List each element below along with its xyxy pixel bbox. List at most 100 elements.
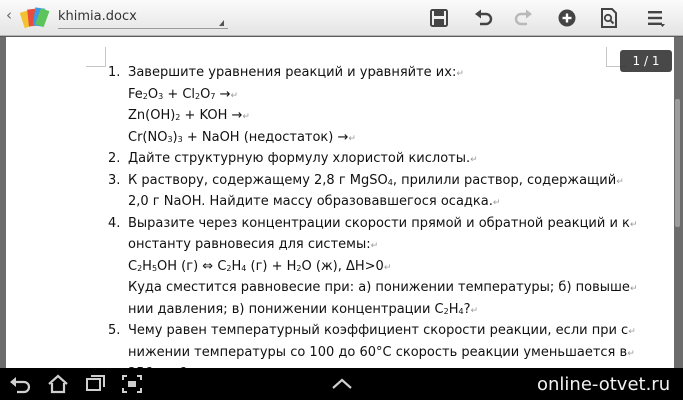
list-item-number: 3. (108, 172, 121, 188)
document-line: C2H5OH (г) ⇔ C2H4 (г) + H2O (ж), ΔH>0↵ (128, 257, 648, 279)
list-item-number: 2. (108, 151, 121, 166)
text-run: ? (463, 301, 471, 317)
text-run: Fe (128, 86, 143, 102)
document-content: 1. Завершите уравнения реакций и уравняйт… (108, 63, 648, 368)
paragraph-mark: ↵ (627, 348, 635, 359)
document-line: Завершите уравнения реакций и уравняйте … (128, 63, 648, 85)
back-button[interactable] (8, 373, 32, 395)
document-line: Cr(NO3)3 + NaOH (недостаток) →↵ (128, 128, 648, 150)
text-run: + Cl (163, 86, 196, 102)
text-run: C (128, 258, 138, 274)
text-run: Завершите уравнения реакций и уравняйте … (128, 65, 457, 80)
text-run: Выразите через концентрации скорости пря… (128, 215, 630, 231)
text-run: O (147, 86, 159, 102)
paragraph-mark: ↵ (242, 112, 250, 122)
text-run: онстанту равновесия для системы: (128, 237, 371, 252)
text-run: нии давления; в) понижении концентрации … (128, 301, 444, 317)
redo-icon (514, 9, 532, 26)
crop-mark (86, 47, 106, 67)
text-run: H (231, 258, 242, 274)
file-name[interactable]: khimia.docx (58, 9, 137, 24)
save-button[interactable] (428, 7, 450, 29)
text-run: OH (г) ⇔ C (157, 258, 227, 274)
list-item: 1. Завершите уравнения реакций и уравняйт… (108, 63, 648, 149)
text-run: O (200, 86, 211, 102)
list-item: 5. Чему равен температурный коэффициент с… (108, 321, 648, 368)
paragraph-mark: ↵ (348, 133, 356, 144)
redo-button[interactable] (513, 7, 535, 29)
file-dropdown-caret-icon[interactable] (219, 20, 224, 26)
scrollbar-thumb[interactable] (675, 99, 680, 227)
list-item-number: 5. (108, 323, 121, 338)
find-icon (601, 8, 617, 28)
list-item: 3. К раствору, содержащему 2,8 г MgSO4, п… (108, 171, 648, 214)
document-line: нижении температуры со 100 до 60°C скоро… (128, 343, 648, 365)
home-icon (48, 374, 68, 394)
document-line: нии давления; в) понижении концентрации … (128, 300, 648, 322)
text-run: 2,0 г NaOH. Найдите массу образовавшегос… (128, 194, 493, 209)
document-line: Fe2O3 + Cl2O7 →↵ (128, 85, 648, 107)
paragraph-mark: ↵ (629, 219, 638, 230)
document-page[interactable]: ↵ 1. Завершите уравнения реакций и уравня… (6, 37, 674, 368)
screenshot-button[interactable] (120, 373, 144, 395)
list-item: 2. Дайте структурную формулу хлористой ки… (108, 149, 648, 171)
page-counter: 1 / 1 (620, 50, 672, 72)
paragraph-mark: ↵ (628, 327, 636, 337)
text-run: H (448, 301, 459, 317)
list-item-number: 4. (108, 215, 121, 231)
text-run: Дайте структурную формулу хлористой кисл… (128, 151, 471, 166)
menu-icon (648, 11, 665, 27)
list-item-number: 1. (108, 65, 121, 80)
text-run: + KOH → (180, 108, 243, 123)
file-name-underline (58, 28, 228, 29)
watermark: online-otvet.ru (537, 374, 671, 395)
document-line: К раствору, содержащему 2,8 г MgSO4, при… (128, 171, 648, 193)
text-run: , прилили раствор, содержащий (392, 172, 617, 188)
recent-apps-button[interactable] (84, 373, 108, 395)
app-toolbar: ‹ khimia.docx (0, 0, 683, 36)
recent-apps-icon (86, 375, 105, 391)
paragraph-mark: ↵ (629, 284, 638, 294)
text-run: O (ж), ΔH>0 (301, 258, 384, 274)
find-button[interactable] (598, 7, 620, 29)
paragraph-mark: ↵ (456, 69, 464, 79)
document-line: 2,0 г NaOH. Найдите массу образовавшегос… (128, 192, 648, 214)
text-run: Zn(OH) (128, 108, 176, 123)
text-run: (г) + H (246, 258, 297, 274)
show-panel-button[interactable] (330, 373, 354, 395)
paragraph-mark: ↵ (470, 305, 479, 316)
home-button[interactable] (46, 373, 70, 395)
text-run: К раствору, содержащему 2,8 г MgSO (128, 172, 388, 188)
document-line: онстанту равновесия для системы:↵ (128, 235, 648, 257)
paragraph-mark: ↵ (230, 90, 239, 101)
text-run: Чему равен температурный коэффициент ско… (128, 323, 629, 338)
menu-button[interactable] (645, 7, 667, 29)
chevron-up-icon (332, 378, 352, 389)
document-line: Куда сместится равновесие при: а) пониже… (128, 278, 648, 300)
text-run: Cr(NO (128, 129, 168, 145)
plus-circle-icon (558, 9, 576, 27)
document-viewport[interactable]: ↵ 1. Завершите уравнения реакций и уравня… (0, 37, 683, 368)
app-logo-icon (20, 7, 50, 29)
add-button[interactable] (556, 7, 578, 29)
list-item: 4. Выразите через концентрации скорости п… (108, 214, 648, 322)
screenshot-icon (122, 375, 142, 393)
paragraph-mark: ↵ (470, 155, 478, 165)
paragraph-mark: ↵ (370, 241, 379, 251)
document-line: Zn(OH)2 + KOH →↵ (128, 106, 648, 128)
document-line: Чему равен температурный коэффициент ско… (128, 321, 648, 343)
text-run: Куда сместится равновесие при: а) пониже… (128, 280, 630, 295)
system-navigation-bar: online-otvet.ru (0, 368, 683, 400)
paragraph-mark: ↵ (616, 176, 624, 187)
text-run: → (215, 86, 231, 102)
text-run: + NaOH (недостаток) → (182, 129, 349, 145)
text-run: H (142, 258, 152, 274)
chevron-left-icon[interactable]: ‹ (6, 6, 12, 24)
document-line: Выразите через концентрации скорости пря… (128, 214, 648, 236)
undo-icon (475, 9, 493, 26)
undo-button[interactable] (472, 7, 494, 29)
back-arrow-icon (10, 377, 31, 394)
save-icon (430, 9, 448, 27)
document-line: Дайте структурную формулу хлористой кисл… (128, 149, 648, 171)
paragraph-mark: ↵ (383, 262, 392, 273)
